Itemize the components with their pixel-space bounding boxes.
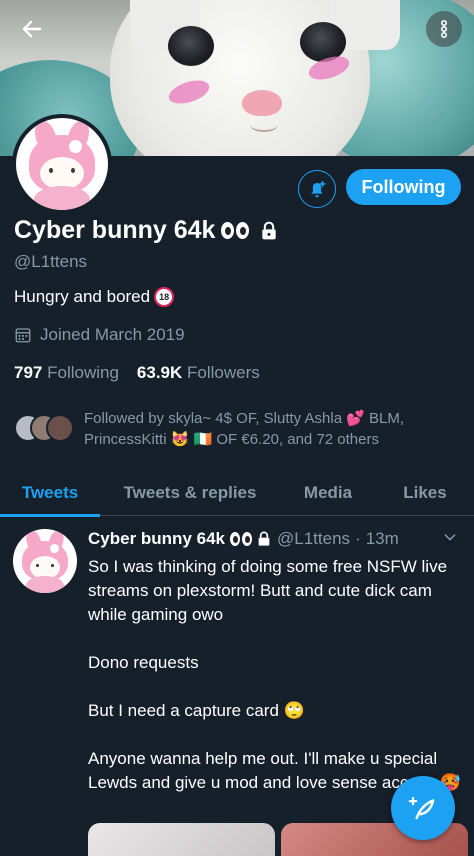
followers-stat[interactable]: 63.9K Followers: [137, 363, 260, 383]
more-options-button[interactable]: [426, 11, 462, 47]
profile-name-row: Cyber bunny 64k: [14, 216, 279, 245]
tweet-paragraph: Dono requests: [88, 653, 199, 672]
followed-by-text: Followed by skyla~ 4$ OF, Slutty Ashla 💕…: [84, 410, 405, 448]
tab-likes[interactable]: Likes: [376, 470, 474, 516]
back-button[interactable]: [14, 11, 50, 47]
no-under-18-emoji: 18: [154, 287, 175, 307]
tweet-avatar[interactable]: [13, 529, 77, 593]
tweet-paragraph: But I need a capture card 🙄: [88, 701, 305, 720]
eyes-emoji: [230, 532, 252, 546]
followed-by-avatars: [14, 414, 76, 444]
lock-icon: [262, 221, 277, 239]
tab-tweets[interactable]: Tweets: [0, 470, 100, 517]
calendar-icon: [15, 328, 31, 343]
more-vertical-icon: [441, 19, 448, 39]
follow-stats: 797 Following 63.9K Followers: [14, 363, 260, 383]
tweet-image[interactable]: [88, 823, 275, 856]
bio-text: Hungry and bored: [14, 287, 151, 306]
tweet-header: Cyber bunny 64k @L1ttens · 13m: [88, 529, 458, 549]
tweet-time: 13m: [365, 529, 399, 548]
tweet-author-name: Cyber bunny 64k: [88, 529, 225, 548]
chevron-down-icon: [444, 534, 456, 541]
profile-name: Cyber bunny 64k: [14, 216, 216, 244]
my-melody-avatar-image: [13, 529, 77, 593]
compose-tweet-icon: [408, 796, 435, 820]
eyes-emoji: [221, 222, 250, 239]
following-stat[interactable]: 797 Following: [14, 363, 119, 383]
my-melody-avatar-image: [16, 118, 108, 210]
notifications-button[interactable]: [298, 170, 336, 208]
following-button[interactable]: Following: [346, 169, 461, 205]
tweet-separator: ·: [355, 529, 361, 548]
tweet-handle: @L1ttens: [277, 529, 351, 548]
followed-by-section[interactable]: Followed by skyla~ 4$ OF, Slutty Ashla 💕…: [14, 408, 464, 450]
profile-avatar[interactable]: [12, 114, 112, 214]
tab-tweets-replies[interactable]: Tweets & replies: [100, 470, 280, 516]
cat-mouth: [250, 118, 278, 132]
tweet-paragraph: So I was thinking of doing some free NSF…: [88, 557, 448, 624]
joined-date: Joined March 2019: [14, 325, 185, 345]
profile-tabs: Tweets Tweets & replies Media Likes: [0, 470, 474, 517]
profile-bio: Hungry and bored 18: [14, 287, 175, 307]
tweet-options-button[interactable]: [442, 529, 458, 549]
compose-tweet-button[interactable]: [391, 776, 455, 840]
arrow-left-icon: [22, 20, 42, 38]
joined-text: Joined March 2019: [40, 325, 185, 344]
cat-eye: [168, 26, 214, 66]
profile-handle: @L1ttens: [14, 252, 88, 271]
tab-media[interactable]: Media: [280, 470, 376, 516]
mini-avatar: [46, 414, 74, 442]
cat-nose: [242, 90, 282, 116]
lock-icon: [258, 531, 270, 546]
bell-plus-icon: [311, 180, 326, 198]
